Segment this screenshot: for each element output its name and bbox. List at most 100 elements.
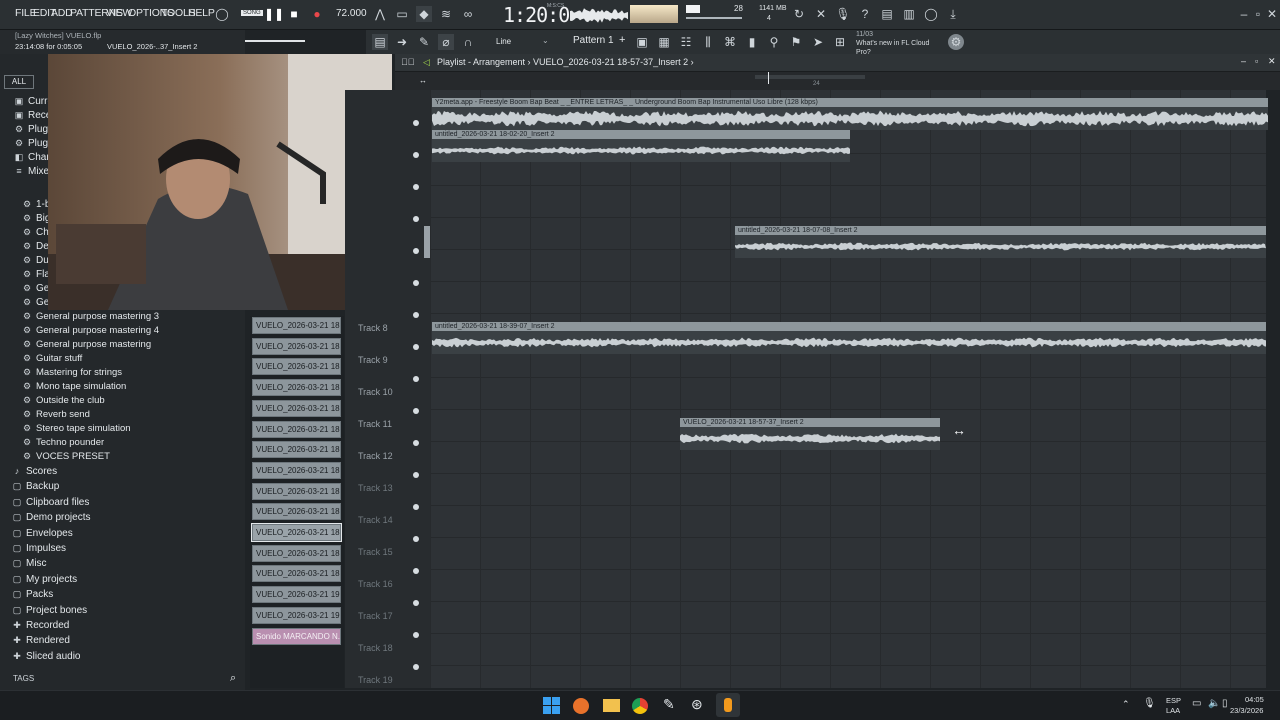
- horizontal-scrollbar[interactable]: [755, 75, 865, 79]
- playlist-options-icon[interactable]: ◀⃓: [401, 57, 415, 67]
- playlist-icon[interactable]: ▣: [634, 34, 650, 50]
- volume-icon[interactable]: 🔈: [1208, 698, 1220, 709]
- snap-select[interactable]: Line: [496, 37, 511, 46]
- master-pitch-slider[interactable]: [245, 40, 305, 42]
- ruler-arrows-icon[interactable]: ↔: [419, 76, 427, 85]
- track-mute-led[interactable]: [413, 504, 419, 510]
- mixer-icon[interactable]: ⫼: [700, 34, 716, 50]
- track-label[interactable]: Track 10: [358, 387, 393, 397]
- track-row[interactable]: [430, 506, 1266, 538]
- browser-folder[interactable]: ▢ My projects: [12, 574, 77, 585]
- track-mute-led[interactable]: [413, 184, 419, 190]
- playhead-marker[interactable]: [768, 72, 769, 84]
- step-edit-icon[interactable]: ≋: [438, 6, 454, 22]
- tray-chevron-icon[interactable]: ⌃: [1122, 699, 1130, 710]
- shop-icon[interactable]: ⊞: [832, 34, 848, 50]
- track-mute-led[interactable]: [413, 600, 419, 606]
- magnet-icon[interactable]: ∩: [460, 34, 476, 50]
- playlist-minimize-icon[interactable]: –: [1241, 56, 1246, 66]
- playlist-nav-icon[interactable]: ◁: [423, 57, 430, 68]
- date[interactable]: 23/3/2026: [1230, 706, 1263, 715]
- track-mute-led[interactable]: [413, 248, 419, 254]
- fl-studio-taskbar-button[interactable]: [716, 693, 740, 717]
- chat-icon[interactable]: ◯: [923, 6, 939, 22]
- preset-item[interactable]: ⚙ General purpose mastering 3: [22, 311, 159, 322]
- send-icon[interactable]: ➤: [810, 34, 826, 50]
- picker-clip[interactable]: VUELO_2026-03-21 18-4...: [252, 379, 341, 397]
- keyboard-region[interactable]: LAA: [1166, 706, 1180, 715]
- browser-folder[interactable]: ✚ Recorded: [12, 620, 69, 631]
- track-label[interactable]: Track 13: [358, 483, 393, 493]
- browser-item[interactable]: ≡ Mixer: [14, 166, 52, 177]
- track-label[interactable]: Track 14: [358, 515, 393, 525]
- track-row[interactable]: [430, 282, 1266, 314]
- track-row[interactable]: [430, 634, 1266, 666]
- preset-item[interactable]: ⚙ VOCES PRESET: [22, 451, 110, 462]
- menu-help[interactable]: HELP: [188, 7, 215, 19]
- snap-chevron-icon[interactable]: ⌄: [542, 36, 549, 45]
- track-mute-led[interactable]: [413, 440, 419, 446]
- browser-tab-all[interactable]: ALL: [4, 75, 34, 89]
- preset-item[interactable]: ⚙ Stereo tape simulation: [22, 423, 131, 434]
- preset-item[interactable]: ⚙ General purpose mastering 4: [22, 325, 159, 336]
- track-label[interactable]: Track 8: [358, 323, 388, 333]
- track-label[interactable]: Track 12: [358, 451, 393, 461]
- browser-item[interactable]: ⚙ Plugi: [14, 138, 50, 149]
- preset-item[interactable]: ⚙ Reverb send: [22, 409, 90, 420]
- picker-clip[interactable]: VUELO_2026-03-21 19-0...: [252, 586, 341, 604]
- picker-clip[interactable]: VUELO_2026-03-21 18-5...: [251, 523, 342, 542]
- playlist-close-icon[interactable]: ✕: [1268, 56, 1276, 67]
- browser-folder[interactable]: ✚ Rendered: [12, 635, 70, 646]
- channel-rack-icon[interactable]: ☷: [678, 34, 694, 50]
- preset-item[interactable]: ⚙ Guitar stuff: [22, 353, 82, 364]
- track-mute-led[interactable]: [413, 632, 419, 638]
- track-mute-led[interactable]: [413, 376, 419, 382]
- wait-input-icon[interactable]: ▭: [394, 6, 410, 22]
- app-icon[interactable]: ✎: [663, 696, 675, 713]
- pencil-icon[interactable]: ✎: [416, 34, 432, 50]
- audio-clip[interactable]: Y2meta.app - Freestyle Boom Bap Beat _ _…: [432, 98, 1268, 130]
- track-label[interactable]: Track 17: [358, 611, 393, 621]
- picker-clip[interactable]: VUELO_2026-03-21 19-0...: [252, 606, 341, 624]
- browser-folder[interactable]: ▢ Demo projects: [12, 512, 91, 523]
- track-row[interactable]: [430, 186, 1266, 218]
- tray-mic-icon[interactable]: 🎙: [1143, 698, 1156, 709]
- keyboard-lang[interactable]: ESP: [1166, 696, 1181, 705]
- master-volume-meter[interactable]: [630, 5, 678, 23]
- metronome-icon[interactable]: ⋀: [372, 6, 388, 22]
- countdown-icon[interactable]: ◆: [416, 6, 432, 22]
- picker-clip[interactable]: VUELO_2026-03-21 18-5...: [252, 565, 341, 583]
- pat-song-toggle-icon[interactable]: ◯: [214, 6, 230, 22]
- clock[interactable]: 04:05: [1245, 695, 1264, 704]
- picker-clip[interactable]: VUELO_2026-03-21 18-5...: [252, 482, 341, 500]
- audio-clip[interactable]: untitled_2026-03-21 18-39-07_Insert 2: [432, 322, 1266, 354]
- track-label[interactable]: Track 9: [358, 355, 388, 365]
- track-label[interactable]: Track 15: [358, 547, 393, 557]
- browser-folder[interactable]: ▢ Impulses: [12, 543, 66, 554]
- picker-clip[interactable]: VUELO_2026-03-21 18-5...: [252, 544, 341, 562]
- add-pattern-icon[interactable]: +: [619, 34, 625, 46]
- track-label[interactable]: Track 11: [358, 419, 392, 429]
- track-mute-led[interactable]: [413, 344, 419, 350]
- picker-clip[interactable]: VUELO_2026-03-21 18-5...: [252, 399, 341, 417]
- mixer-preset-item[interactable]: ⚙ 1-b: [22, 199, 51, 210]
- browser-folder[interactable]: ▢ Packs: [12, 589, 54, 600]
- preset-item[interactable]: ⚙ Outside the club: [22, 395, 105, 406]
- plugin-icon[interactable]: ⚲: [766, 34, 782, 50]
- browser-folder[interactable]: ▢ Misc: [12, 558, 47, 569]
- audio-clip[interactable]: untitled_2026-03-21 18-02-20_Insert 2: [432, 130, 850, 162]
- tools-icon[interactable]: ✕: [813, 6, 829, 22]
- track-mute-led[interactable]: [413, 152, 419, 158]
- browser-item[interactable]: ⚙ Plugi: [14, 124, 50, 135]
- audio-clip[interactable]: untitled_2026-03-21 18-07-08_Insert 2: [735, 226, 1266, 258]
- picker-clip[interactable]: VUELO_2026-03-21 18-5...: [252, 441, 341, 459]
- toolbar-menu-icon[interactable]: ▤: [372, 34, 388, 50]
- playlist-maximize-icon[interactable]: ▫: [1255, 56, 1258, 66]
- picker-clip[interactable]: VUELO_2026-03-21 18-4...: [252, 358, 341, 376]
- arrow-icon[interactable]: ➜: [394, 34, 410, 50]
- pause-icon[interactable]: ❚❚: [264, 6, 284, 22]
- browser-folder[interactable]: ▢ Envelopes: [12, 528, 73, 539]
- picker-clip[interactable]: VUELO_2026-03-21 18-4...: [252, 337, 341, 355]
- help-icon[interactable]: ?: [857, 6, 873, 22]
- download-icon[interactable]: ⤓: [945, 6, 961, 22]
